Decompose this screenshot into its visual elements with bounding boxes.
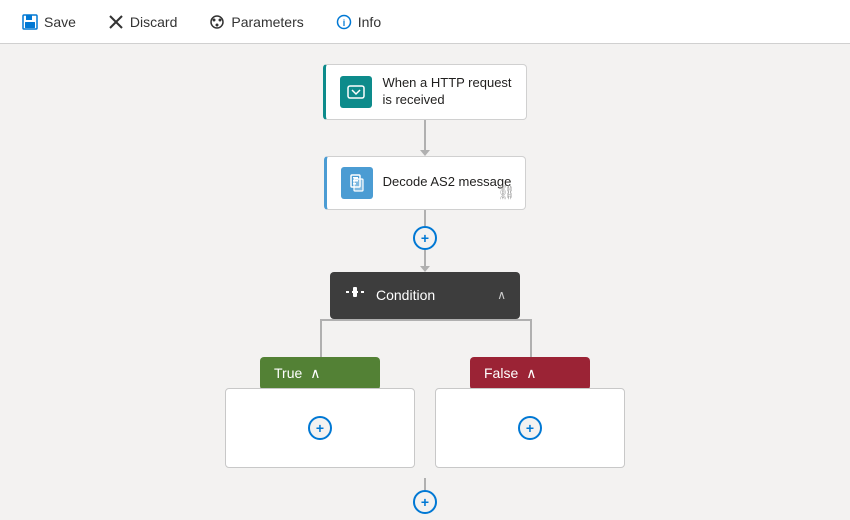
info-icon: i xyxy=(336,14,352,30)
true-chevron: ∧ xyxy=(310,365,320,382)
discard-button[interactable]: Discard xyxy=(102,10,183,34)
add-button-bottom[interactable]: + xyxy=(413,490,437,514)
connector-1 xyxy=(424,120,426,150)
branch-right-vertical xyxy=(530,319,532,357)
http-node-label: When a HTTP requestis received xyxy=(382,75,511,109)
parameters-button[interactable]: Parameters xyxy=(203,10,309,34)
flow-container: When a HTTP requestis received Decode AS… xyxy=(215,64,635,514)
add-button-false[interactable]: + xyxy=(518,416,542,440)
condition-icon xyxy=(344,282,366,309)
arrow-2 xyxy=(420,266,430,272)
connector-2 xyxy=(424,210,426,226)
toolbar: Save Discard Parameters i xyxy=(0,0,850,44)
info-button[interactable]: i Info xyxy=(330,10,387,34)
save-label: Save xyxy=(44,14,76,30)
connector-3 xyxy=(424,250,426,266)
branch-section: True ∧ + False ∧ + xyxy=(215,319,635,468)
discard-label: Discard xyxy=(130,14,177,30)
canvas: When a HTTP requestis received Decode AS… xyxy=(0,44,850,520)
branch-lines xyxy=(215,319,635,357)
close-icon xyxy=(108,14,124,30)
decode-node[interactable]: Decode AS2 message ⛓ xyxy=(324,156,527,210)
true-branch-content: + xyxy=(225,388,415,468)
false-branch-label: False xyxy=(484,365,518,381)
true-branch-header[interactable]: True ∧ xyxy=(260,357,380,390)
http-request-node[interactable]: When a HTTP requestis received xyxy=(323,64,526,120)
info-label: Info xyxy=(358,14,381,30)
condition-node[interactable]: Condition ∧ xyxy=(330,272,520,319)
true-branch: True ∧ + xyxy=(225,357,415,468)
false-branch-header[interactable]: False ∧ xyxy=(470,357,590,390)
arrow-1 xyxy=(420,150,430,156)
decode-node-label: Decode AS2 message xyxy=(383,174,512,191)
true-branch-label: True xyxy=(274,365,302,381)
branch-left-vertical xyxy=(320,319,322,357)
svg-text:i: i xyxy=(342,18,345,28)
parameters-icon xyxy=(209,14,225,30)
condition-chevron: ∧ xyxy=(497,288,506,302)
http-node-icon xyxy=(340,76,372,108)
false-branch: False ∧ + xyxy=(435,357,625,468)
connector-bottom xyxy=(424,478,426,490)
branch-horizontal-line xyxy=(320,319,530,321)
branches-container: True ∧ + False ∧ + xyxy=(225,357,625,468)
parameters-label: Parameters xyxy=(231,14,303,30)
add-button-1[interactable]: + xyxy=(413,226,437,250)
condition-label: Condition xyxy=(376,287,487,303)
false-chevron: ∧ xyxy=(526,365,536,382)
decode-node-icon xyxy=(341,167,373,199)
false-branch-content: + xyxy=(435,388,625,468)
save-icon xyxy=(22,14,38,30)
chain-icon: ⛓ xyxy=(498,184,516,201)
add-button-true[interactable]: + xyxy=(308,416,332,440)
save-button[interactable]: Save xyxy=(16,10,82,34)
